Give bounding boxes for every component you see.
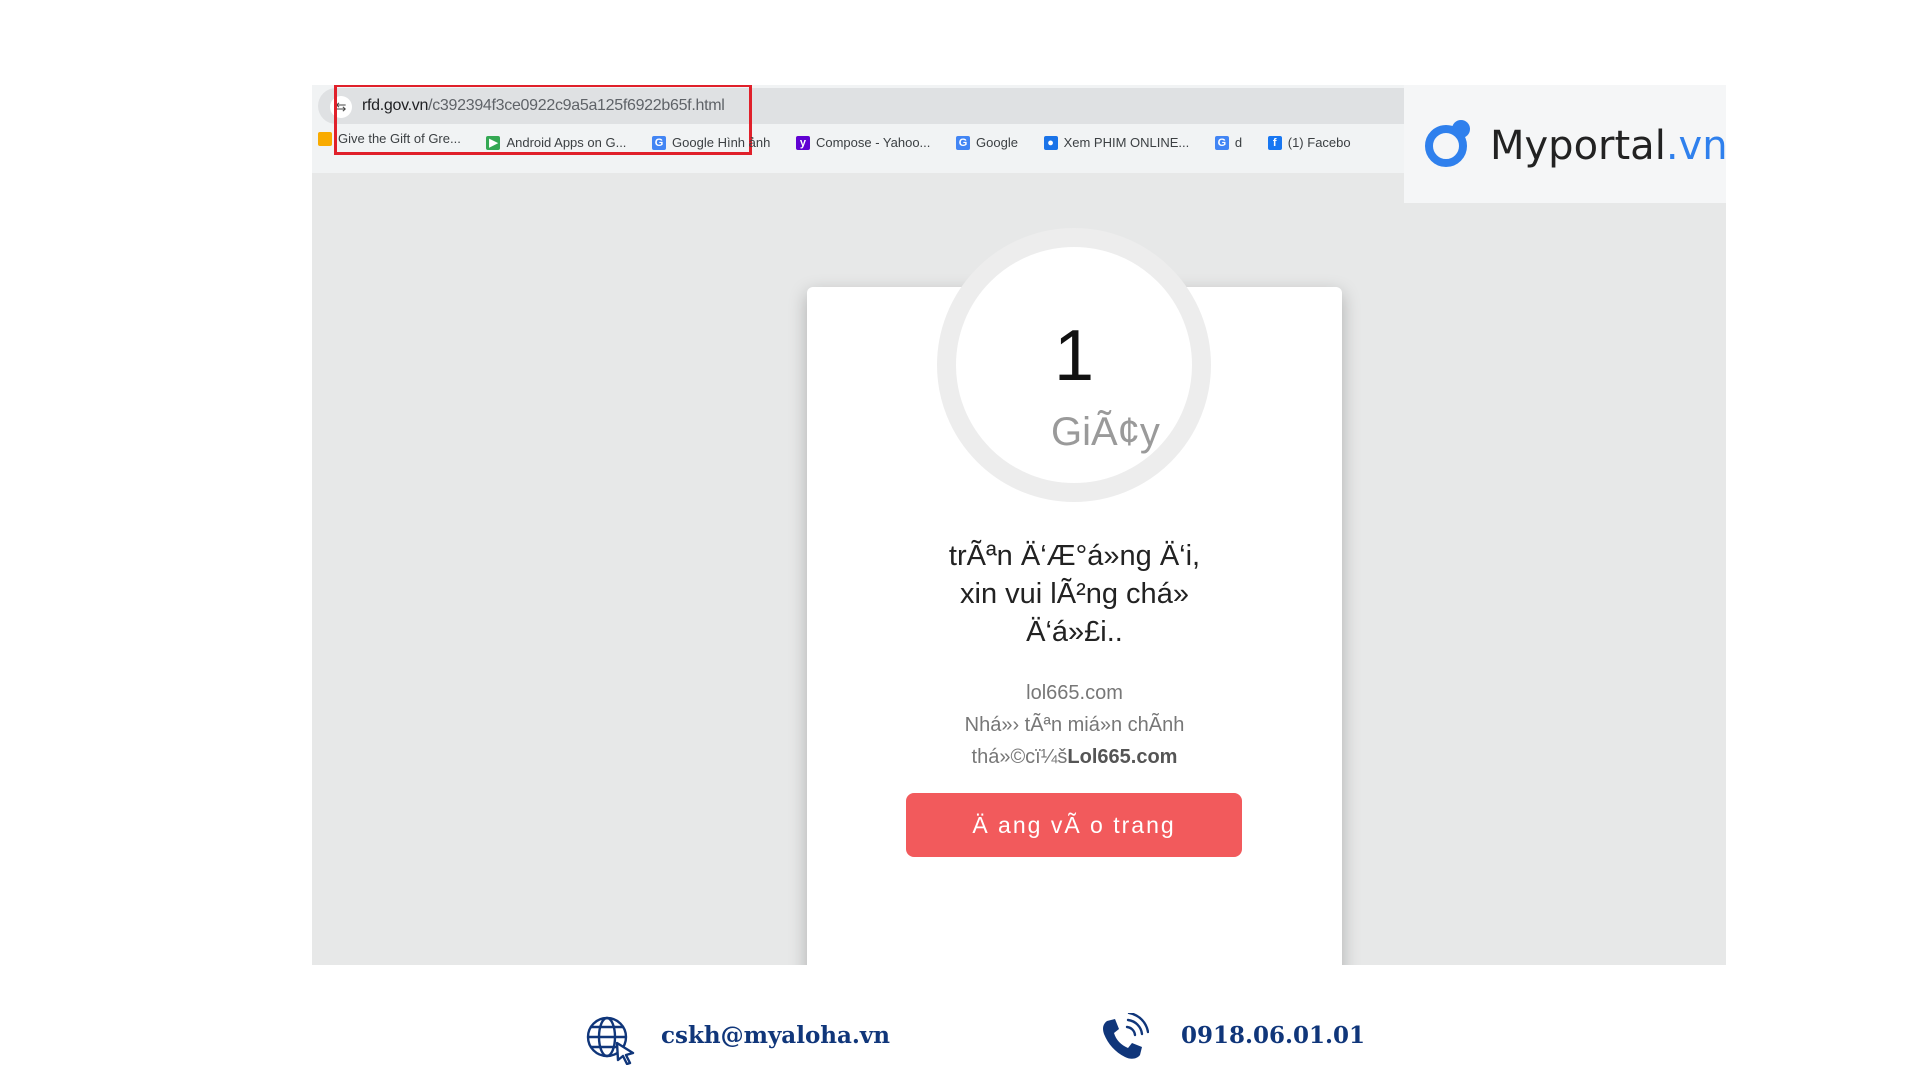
bookmark-item[interactable]: f (1) Facebo xyxy=(1267,135,1351,150)
enter-site-button[interactable]: Ä ang vÃ o trang xyxy=(906,793,1242,857)
bookmark-icon xyxy=(318,131,332,146)
browser-screenshot: ⇆ rfd.gov.vn/c392394f3ce0922c9a5a125f692… xyxy=(312,85,1726,965)
bookmark-item[interactable]: y Compose - Yahoo... xyxy=(795,135,931,150)
title-line: Ä‘á»£i.. xyxy=(1026,616,1123,648)
bookmark-item[interactable]: G Google Hình ảnh xyxy=(652,135,770,150)
logo-suffix: .vn xyxy=(1665,123,1728,169)
bookmark-label: (1) Facebo xyxy=(1287,135,1351,150)
google-icon: G xyxy=(1214,135,1229,150)
myportal-logo-icon xyxy=(1425,120,1470,167)
phone-icon xyxy=(1103,1013,1149,1059)
official-domain: thá»©cï¼šLol665.com xyxy=(807,741,1342,773)
logo-text: Myportal.vn xyxy=(1490,123,1728,169)
bookmark-label: Google Hình ảnh xyxy=(672,135,771,150)
google-icon: G xyxy=(652,135,667,150)
globe-cursor-icon xyxy=(586,1016,635,1065)
bookmark-item[interactable]: ● Xem PHIM ONLINE... xyxy=(1043,135,1190,150)
myportal-logo: Myportal.vn xyxy=(1404,85,1728,203)
countdown-timer: 1 GiÃ¢y xyxy=(937,228,1211,502)
bookmark-item[interactable]: Gd xyxy=(1214,135,1243,150)
bookmark-label: Google xyxy=(976,135,1018,150)
footer-phone[interactable]: 0918.06.01.01 xyxy=(1181,1022,1365,1049)
facebook-icon: f xyxy=(1267,135,1282,150)
film-icon: ● xyxy=(1043,135,1058,150)
countdown-value: 1 xyxy=(1053,316,1095,396)
bookmark-item[interactable]: ▶ Android Apps on G... xyxy=(486,135,626,150)
bookmark-label: Give the Gift of Gre... xyxy=(338,131,461,146)
countdown-unit: GiÃ¢y xyxy=(1051,410,1160,454)
official-domain-prefix: thá»©cï¼š xyxy=(971,746,1068,768)
footer-email[interactable]: cskh@myaloha.vn xyxy=(661,1022,890,1049)
official-domain-name: Lol665.com xyxy=(1067,746,1178,768)
bookmark-item[interactable]: G Google xyxy=(956,135,1018,150)
bookmark-item[interactable]: Give the Gift of Gre... xyxy=(318,131,461,146)
yahoo-icon: y xyxy=(795,135,810,150)
bookmark-label: d xyxy=(1234,135,1243,150)
subtitle-line: Nhá»› tÃªn miá»n chÃnh xyxy=(964,714,1185,736)
card-title: trÃªn Ä‘Æ°á»ng Ä‘i, xin vui lÃ²ng chá» Ä… xyxy=(807,537,1342,651)
google-play-icon: ▶ xyxy=(486,135,501,150)
bookmark-label: Xem PHIM ONLINE... xyxy=(1063,135,1190,150)
bookmarks-bar: Give the Gift of Gre... ▶ Android Apps on… xyxy=(318,131,1373,161)
title-line: trÃªn Ä‘Æ°á»ng Ä‘i, xyxy=(948,540,1201,572)
google-icon: G xyxy=(956,135,971,150)
title-line: xin vui lÃ²ng chá» xyxy=(960,578,1189,610)
site-name: lol665.com xyxy=(1026,682,1123,704)
bookmark-label: Compose - Yahoo... xyxy=(815,135,931,150)
logo-name: Myportal xyxy=(1490,123,1666,169)
bookmark-label: Android Apps on G... xyxy=(506,135,627,150)
card-subtitle: lol665.com Nhá»› tÃªn miá»n chÃnh thá»©c… xyxy=(807,677,1342,773)
